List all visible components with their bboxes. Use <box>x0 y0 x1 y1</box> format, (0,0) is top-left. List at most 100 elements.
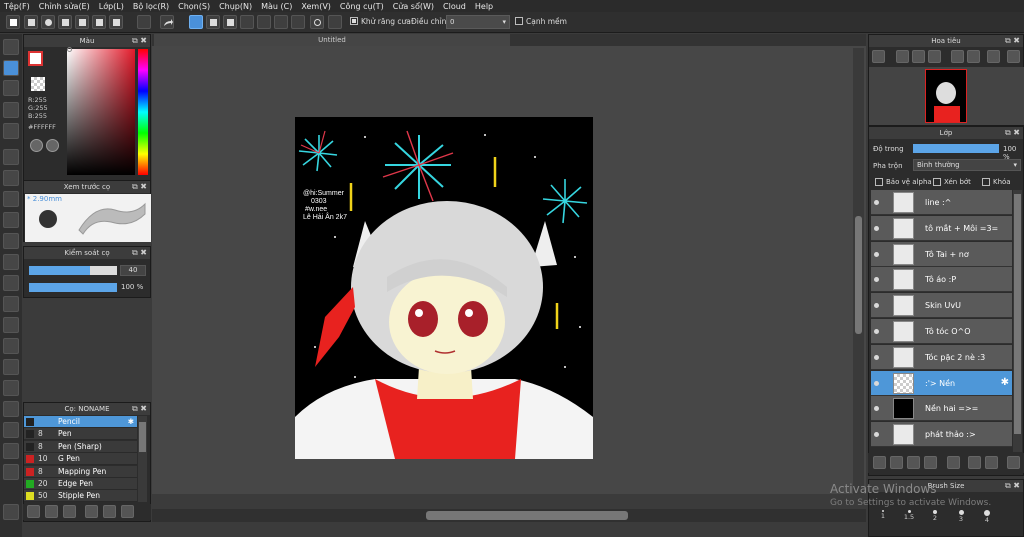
new-brush-icon[interactable] <box>45 505 58 518</box>
document-icon[interactable] <box>92 15 106 29</box>
tool-ruler-icon[interactable] <box>3 443 19 459</box>
layer-row[interactable]: Nền hai =>= <box>871 396 1012 422</box>
menu-item[interactable]: Chọn(S) <box>178 2 210 11</box>
eye-icon[interactable] <box>874 432 879 438</box>
layer-row[interactable]: tô mắt + Môi =3= <box>871 215 1012 241</box>
menu-item[interactable]: Màu (C) <box>261 2 292 11</box>
adjust-select[interactable]: 0 ▾ <box>446 15 510 29</box>
actual-size-icon[interactable] <box>928 50 941 63</box>
tool-text-icon[interactable] <box>3 212 19 228</box>
folder-icon[interactable] <box>103 505 116 518</box>
rotate-left-icon[interactable] <box>951 50 964 63</box>
ruler-icon[interactable] <box>257 15 271 29</box>
new-1bit-layer-icon[interactable] <box>907 456 920 469</box>
brush-size-value[interactable]: 40 <box>120 265 146 276</box>
close-icon[interactable]: ⧉ ✖ <box>132 181 147 193</box>
brush-item[interactable]: Pencil ✱ <box>24 416 137 428</box>
layer-row[interactable]: Tô áo :P <box>871 267 1012 293</box>
rotate-icon[interactable] <box>291 15 305 29</box>
navigator-preview[interactable] <box>869 67 1024 125</box>
redo-icon[interactable] <box>160 15 174 29</box>
brush-list-scrollbar[interactable] <box>138 416 147 502</box>
layer-row[interactable]: Tóc pặc 2 nè :3 <box>871 344 1012 370</box>
tool-fill-icon[interactable] <box>3 149 19 165</box>
artwork-canvas[interactable]: @hi:Summer 0303 #w.nee Lê Hải Ân 2k7 <box>295 117 593 459</box>
tool-divide-icon[interactable] <box>3 317 19 333</box>
menu-item[interactable]: Cloud <box>443 2 466 11</box>
eye-icon[interactable] <box>874 380 879 386</box>
eye-icon[interactable] <box>874 277 879 283</box>
blend-mode-select[interactable]: Bình thường ▾ <box>913 159 1021 171</box>
layer-row[interactable]: :'> Nền ✱ <box>871 370 1012 396</box>
add-layer-menu-icon[interactable] <box>924 456 937 469</box>
brush-item[interactable]: 50 Stipple Pen <box>24 490 137 503</box>
undo-icon[interactable] <box>137 15 151 29</box>
eye-icon[interactable] <box>874 303 879 309</box>
tool-smudge-icon[interactable] <box>3 359 19 375</box>
menu-item[interactable]: Chỉnh sửa(E) <box>39 2 90 11</box>
eye-icon[interactable] <box>874 406 879 412</box>
brush-item[interactable]: 20 Edge Pen <box>24 478 137 490</box>
eye-icon[interactable] <box>874 354 879 360</box>
reset-rotation-icon[interactable] <box>967 50 980 63</box>
tool-extra-icon[interactable] <box>3 464 19 480</box>
eye-icon[interactable] <box>874 200 879 205</box>
brush-size-slider[interactable] <box>29 266 117 275</box>
brush-size-preset[interactable]: 3 <box>950 510 972 526</box>
menu-item[interactable]: Bộ lọc(R) <box>133 2 169 11</box>
close-icon[interactable]: ⧉ ✖ <box>132 247 147 259</box>
new-halftone-layer-icon[interactable] <box>890 456 903 469</box>
saturation-value-picker[interactable] <box>67 49 135 175</box>
tool-select-rect-icon[interactable] <box>3 80 19 96</box>
zoom-in-icon[interactable] <box>872 50 885 63</box>
brush-settings-icon[interactable] <box>85 505 98 518</box>
layer-row[interactable]: Tô tóc O^O <box>871 319 1012 344</box>
merge-down-icon[interactable] <box>985 456 998 469</box>
tool-eraser-icon[interactable] <box>3 338 19 354</box>
close-icon[interactable]: ⧉ ✖ <box>132 35 147 47</box>
duplicate-layer-icon[interactable] <box>968 456 981 469</box>
brush-item[interactable]: 8 Mapping Pen <box>24 465 137 478</box>
tool-shape-icon[interactable] <box>3 191 19 207</box>
hue-slider[interactable] <box>138 49 148 175</box>
tool-dot-icon[interactable] <box>3 401 19 417</box>
tool-zoom-icon[interactable] <box>3 275 19 291</box>
tool-hand-icon[interactable] <box>3 254 19 270</box>
duplicate-icon[interactable] <box>121 505 134 518</box>
foreground-color-swatch[interactable] <box>28 51 43 66</box>
canvas-horizontal-scrollbar[interactable] <box>152 509 866 522</box>
tool-blur-icon[interactable] <box>3 380 19 396</box>
brush-item[interactable]: 10 G Pen <box>24 453 137 466</box>
new-file-icon[interactable] <box>6 15 20 29</box>
tool-lasso-icon[interactable] <box>3 102 19 118</box>
protect-alpha-checkbox[interactable] <box>875 178 883 186</box>
layer-settings-icon[interactable] <box>109 15 123 29</box>
navigator-menu-icon[interactable] <box>1007 50 1020 63</box>
background-color-swatch[interactable] <box>31 77 45 91</box>
select-tool-icon[interactable] <box>189 15 203 29</box>
opacity-slider[interactable] <box>29 283 117 292</box>
brush-size-preset[interactable]: 1 <box>872 510 894 526</box>
close-icon[interactable]: ⧉ ✖ <box>1005 35 1020 47</box>
zoom-out-icon[interactable] <box>896 50 909 63</box>
delete-layer-icon[interactable] <box>1007 456 1020 469</box>
tool-frame-icon[interactable] <box>3 422 19 438</box>
speech-bubble-icon[interactable] <box>41 15 55 29</box>
layer-row[interactable]: Tô Tai + nơ <box>871 241 1012 267</box>
tool-eyedropper-icon[interactable] <box>3 233 19 249</box>
layer-list-scrollbar[interactable] <box>1013 190 1022 452</box>
layer-opacity-slider[interactable] <box>913 144 999 153</box>
close-icon[interactable]: ⧉ ✖ <box>1005 127 1020 139</box>
eye-icon[interactable] <box>874 225 879 231</box>
menu-item[interactable]: Chụp(N) <box>219 2 252 11</box>
snap-off-icon[interactable] <box>328 15 342 29</box>
clip-checkbox[interactable] <box>933 178 941 186</box>
add-brush-icon[interactable] <box>27 505 40 518</box>
brush-item[interactable]: 8 Pen <box>24 428 137 441</box>
brush-size-preset[interactable]: 4 <box>976 510 998 526</box>
layer-row[interactable]: phát thảo :> <box>871 422 1012 448</box>
tool-more-icon[interactable] <box>3 504 19 520</box>
layer-row[interactable]: Skin UvU <box>871 293 1012 319</box>
brush-size-preset[interactable]: 1.5 <box>898 510 920 526</box>
flip-icon[interactable] <box>987 50 1000 63</box>
